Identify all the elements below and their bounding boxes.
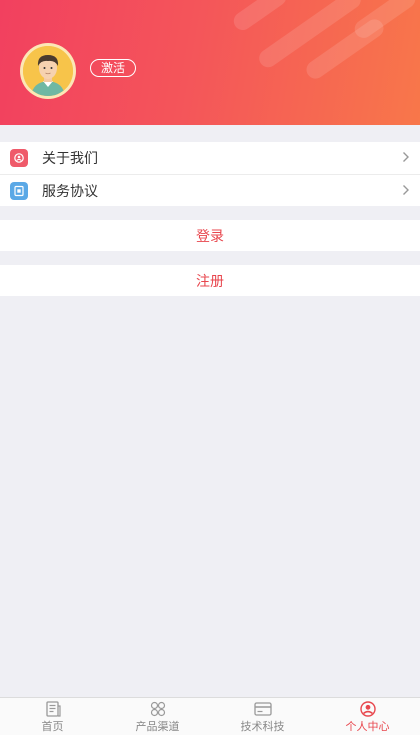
chevron-right-icon bbox=[402, 149, 410, 167]
header-decoration bbox=[351, 0, 419, 42]
menu-item-service-agreement[interactable]: 服务协议 bbox=[0, 174, 420, 206]
settings-menu: 关于我们 服务协议 bbox=[0, 142, 420, 206]
activate-button[interactable]: 激活 bbox=[90, 59, 137, 77]
menu-item-label: 服务协议 bbox=[42, 183, 98, 200]
profile-header: 激活 bbox=[0, 0, 420, 125]
bottom-tab-bar: 首页 产品渠道 技术科技 个人中心 bbox=[0, 697, 420, 735]
header-decoration bbox=[230, 0, 290, 34]
service-agreement-icon bbox=[10, 181, 28, 200]
about-us-icon bbox=[10, 149, 28, 167]
tab-label: 产品渠道 bbox=[135, 720, 180, 733]
tab-label: 个人中心 bbox=[345, 720, 390, 733]
user-avatar-icon bbox=[23, 46, 73, 96]
chevron-right-icon bbox=[402, 182, 410, 200]
tab-label: 首页 bbox=[41, 720, 64, 733]
grid-icon bbox=[150, 701, 165, 717]
user-circle-icon bbox=[359, 701, 376, 717]
tab-personal-center[interactable]: 个人中心 bbox=[315, 698, 420, 735]
register-button[interactable]: 注册 bbox=[0, 265, 420, 296]
card-icon bbox=[253, 702, 272, 716]
menu-item-about-us[interactable]: 关于我们 bbox=[0, 142, 420, 174]
tab-product-channel[interactable]: 产品渠道 bbox=[105, 698, 210, 735]
avatar[interactable] bbox=[20, 43, 76, 99]
tab-tech[interactable]: 技术科技 bbox=[210, 698, 315, 735]
tab-home[interactable]: 首页 bbox=[0, 698, 105, 735]
menu-item-label: 关于我们 bbox=[42, 151, 98, 167]
home-news-icon bbox=[45, 701, 61, 717]
login-button[interactable]: 登录 bbox=[0, 220, 420, 251]
tab-label: 技术科技 bbox=[240, 720, 285, 733]
